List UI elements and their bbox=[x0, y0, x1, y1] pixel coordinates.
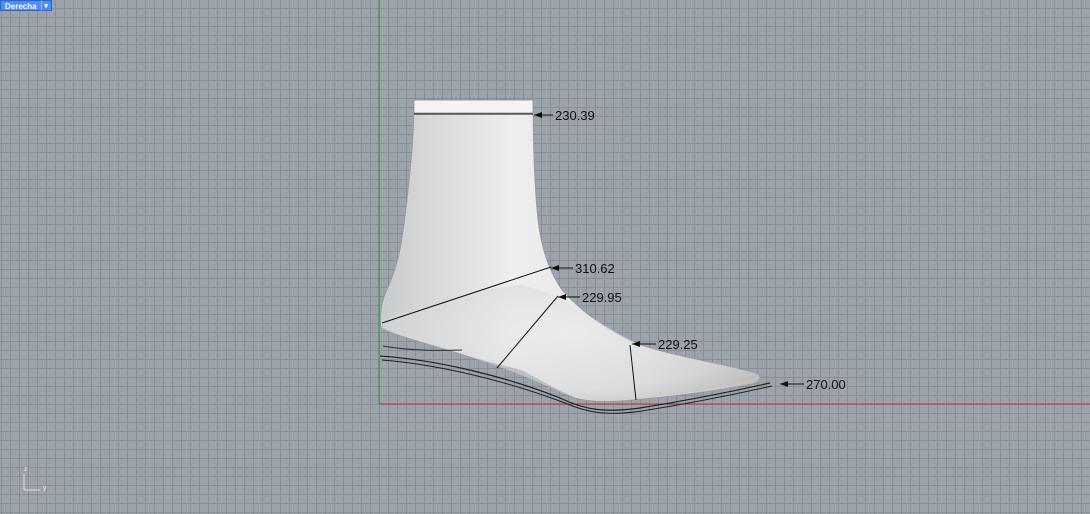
dimension-label-waist[interactable]: 229.95 bbox=[582, 290, 622, 305]
dimension-label-ball[interactable]: 229.25 bbox=[658, 337, 698, 352]
dimension-label-instep[interactable]: 310.62 bbox=[575, 261, 615, 276]
dimension-label-top[interactable]: 230.39 bbox=[555, 108, 595, 123]
dimension-label-sole[interactable]: 270.00 bbox=[806, 377, 846, 392]
boot-top-band bbox=[413, 99, 534, 114]
model-scene[interactable]: 230.39 310.62 229.95 229.25 270.00 z y bbox=[0, 0, 1090, 514]
axis-widget-z-label: z bbox=[24, 466, 28, 473]
axis-widget: z y bbox=[23, 466, 47, 492]
axis-widget-y-label: y bbox=[43, 485, 47, 492]
